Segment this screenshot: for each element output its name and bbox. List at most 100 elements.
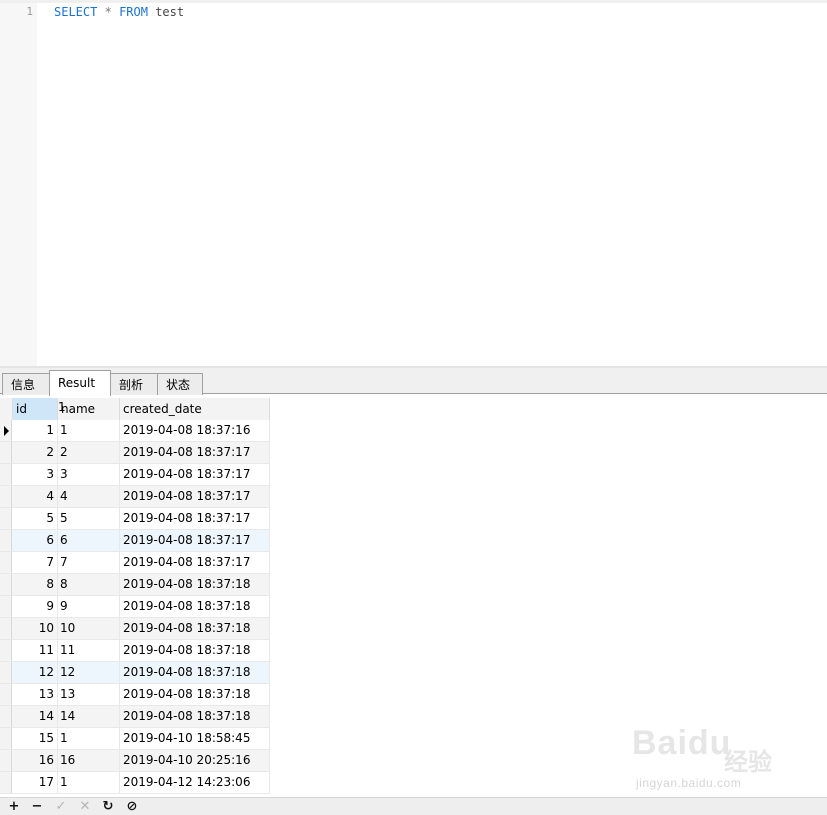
cell-id[interactable]: 1 — [13, 420, 58, 441]
row-indicator[interactable] — [0, 486, 12, 507]
refresh-button[interactable]: ↻ — [97, 798, 119, 815]
table-row[interactable]: 6 6 2019-04-08 18:37:17 — [0, 530, 270, 552]
cell-created-date[interactable]: 2019-04-08 18:37:17 — [120, 530, 270, 551]
cell-created-date[interactable]: 2019-04-08 18:37:18 — [120, 662, 270, 683]
row-indicator[interactable] — [0, 420, 12, 441]
cell-name[interactable]: 2 — [58, 442, 120, 463]
row-indicator[interactable] — [0, 552, 12, 573]
cell-id[interactable]: 5 — [13, 508, 58, 529]
cell-id[interactable]: 2 — [13, 442, 58, 463]
sql-editor[interactable]: 1 SELECT * FROM test — [0, 0, 827, 366]
table-row[interactable]: 16 16 2019-04-10 20:25:16 — [0, 750, 270, 772]
cell-id[interactable]: 4 — [13, 486, 58, 507]
row-indicator[interactable] — [0, 442, 12, 463]
cell-id[interactable]: 15 — [13, 728, 58, 749]
cell-name[interactable]: 7 — [58, 552, 120, 573]
table-row[interactable]: 13 13 2019-04-08 18:37:18 — [0, 684, 270, 706]
row-indicator[interactable] — [0, 596, 12, 617]
cell-created-date[interactable]: 2019-04-08 18:37:18 — [120, 684, 270, 705]
row-indicator[interactable] — [0, 706, 12, 727]
cell-name[interactable]: 5 — [58, 508, 120, 529]
cell-id[interactable]: 9 — [13, 596, 58, 617]
cell-id[interactable]: 14 — [13, 706, 58, 727]
delete-record-button[interactable]: − — [26, 798, 48, 815]
stop-button[interactable]: ⊘ — [121, 798, 143, 815]
cell-name[interactable]: 11 — [58, 640, 120, 661]
cell-name[interactable]: 12 — [58, 662, 120, 683]
row-indicator[interactable] — [0, 750, 12, 771]
row-indicator[interactable] — [0, 772, 12, 793]
cell-name[interactable]: 1 — [58, 772, 120, 793]
table-row[interactable]: 14 14 2019-04-08 18:37:18 — [0, 706, 270, 728]
add-record-button[interactable]: + — [3, 798, 25, 815]
row-indicator[interactable] — [0, 728, 12, 749]
row-indicator[interactable] — [0, 508, 12, 529]
cell-created-date[interactable]: 2019-04-10 20:25:16 — [120, 750, 270, 771]
apply-changes-button[interactable]: ✓ — [50, 798, 72, 815]
table-row[interactable]: 5 5 2019-04-08 18:37:17 — [0, 508, 270, 530]
cell-created-date[interactable]: 2019-04-08 18:37:17 — [120, 486, 270, 507]
cell-name[interactable]: 9 — [58, 596, 120, 617]
cell-id[interactable]: 11 — [13, 640, 58, 661]
column-header-id[interactable]: id — [13, 398, 58, 420]
column-header-created-date[interactable]: created_date — [120, 398, 270, 420]
row-indicator[interactable] — [0, 662, 12, 683]
cell-id[interactable]: 7 — [13, 552, 58, 573]
cell-name[interactable]: 14 — [58, 706, 120, 727]
cell-id[interactable]: 13 — [13, 684, 58, 705]
cell-name[interactable]: 10 — [58, 618, 120, 639]
discard-changes-button[interactable]: ✕ — [74, 798, 96, 815]
cell-created-date[interactable]: 2019-04-08 18:37:18 — [120, 596, 270, 617]
cell-name[interactable]: 16 — [58, 750, 120, 771]
cell-created-date[interactable]: 2019-04-12 14:23:06 — [120, 772, 270, 793]
cell-name[interactable]: 1 — [58, 420, 120, 441]
cell-created-date[interactable]: 2019-04-08 18:37:18 — [120, 574, 270, 595]
cell-created-date[interactable]: 2019-04-08 18:37:18 — [120, 640, 270, 661]
row-indicator[interactable] — [0, 530, 12, 551]
row-indicator[interactable] — [0, 684, 12, 705]
cell-id[interactable]: 8 — [13, 574, 58, 595]
cell-created-date[interactable]: 2019-04-08 18:37:17 — [120, 552, 270, 573]
tab-result-1[interactable]: Result 1 — [49, 370, 111, 414]
column-header-name[interactable]: name — [58, 398, 120, 420]
cell-id[interactable]: 16 — [13, 750, 58, 771]
cell-id[interactable]: 17 — [13, 772, 58, 793]
row-indicator[interactable] — [0, 464, 12, 485]
table-row[interactable]: 7 7 2019-04-08 18:37:17 — [0, 552, 270, 574]
table-row[interactable]: 9 9 2019-04-08 18:37:18 — [0, 596, 270, 618]
table-row[interactable]: 12 12 2019-04-08 18:37:18 — [0, 662, 270, 684]
table-row[interactable]: 11 11 2019-04-08 18:37:18 — [0, 640, 270, 662]
table-row[interactable]: 4 4 2019-04-08 18:37:17 — [0, 486, 270, 508]
table-row[interactable]: 2 2 2019-04-08 18:37:17 — [0, 442, 270, 464]
cell-id[interactable]: 6 — [13, 530, 58, 551]
table-row[interactable]: 8 8 2019-04-08 18:37:18 — [0, 574, 270, 596]
row-indicator[interactable] — [0, 640, 12, 661]
cell-name[interactable]: 13 — [58, 684, 120, 705]
cell-created-date[interactable]: 2019-04-10 18:58:45 — [120, 728, 270, 749]
tab-status[interactable]: 状态 — [157, 373, 203, 395]
tab-info[interactable]: 信息 — [2, 373, 50, 395]
cell-created-date[interactable]: 2019-04-08 18:37:17 — [120, 464, 270, 485]
cell-name[interactable]: 8 — [58, 574, 120, 595]
table-row[interactable]: 15 1 2019-04-10 18:58:45 — [0, 728, 270, 750]
cell-name[interactable]: 3 — [58, 464, 120, 485]
tab-profile[interactable]: 剖析 — [110, 373, 158, 395]
table-row[interactable]: 1 1 2019-04-08 18:37:16 — [0, 420, 270, 442]
cell-name[interactable]: 4 — [58, 486, 120, 507]
sql-query-line[interactable]: SELECT * FROM test — [54, 5, 184, 19]
cell-created-date[interactable]: 2019-04-08 18:37:16 — [120, 420, 270, 441]
table-row[interactable]: 10 10 2019-04-08 18:37:18 — [0, 618, 270, 640]
cell-id[interactable]: 10 — [13, 618, 58, 639]
row-indicator[interactable] — [0, 618, 12, 639]
cell-id[interactable]: 12 — [13, 662, 58, 683]
cell-name[interactable]: 6 — [58, 530, 120, 551]
cell-name[interactable]: 1 — [58, 728, 120, 749]
cell-created-date[interactable]: 2019-04-08 18:37:17 — [120, 508, 270, 529]
row-indicator[interactable] — [0, 574, 12, 595]
table-row[interactable]: 17 1 2019-04-12 14:23:06 — [0, 772, 270, 794]
cell-created-date[interactable]: 2019-04-08 18:37:18 — [120, 618, 270, 639]
cell-id[interactable]: 3 — [13, 464, 58, 485]
cell-created-date[interactable]: 2019-04-08 18:37:18 — [120, 706, 270, 727]
cell-created-date[interactable]: 2019-04-08 18:37:17 — [120, 442, 270, 463]
table-row[interactable]: 3 3 2019-04-08 18:37:17 — [0, 464, 270, 486]
